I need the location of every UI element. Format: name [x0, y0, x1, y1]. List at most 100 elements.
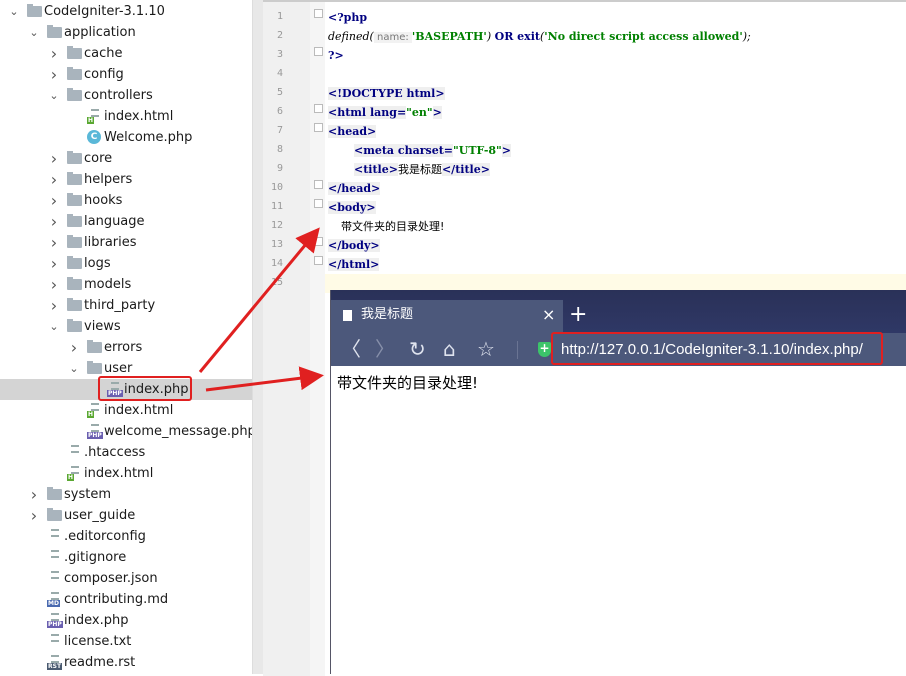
tree-scrollbar[interactable] [252, 0, 263, 674]
chevron-down-icon[interactable]: ⌄ [7, 1, 21, 22]
tree-file[interactable]: license.txt [0, 631, 252, 652]
chevron-down-icon[interactable]: ⌄ [47, 85, 61, 106]
code-token: defined( [328, 30, 374, 43]
reload-button[interactable]: ↻ [409, 337, 426, 361]
code-token: </body> [328, 239, 380, 252]
tree-file[interactable]: .gitignore [0, 547, 252, 568]
fold-marker-icon[interactable] [314, 180, 323, 189]
tree-item-label: index.php [64, 613, 129, 628]
tree-item-label: contributing.md [64, 592, 169, 607]
project-tree: ⌄ CodeIgniter-3.1.10 ⌄ application › cache › co… [0, 0, 263, 674]
security-shield-icon: + [538, 341, 551, 357]
tree-file[interactable]: C Welcome.php [0, 127, 252, 148]
tree-folder[interactable]: ⌄ views [0, 316, 252, 337]
fold-marker-icon[interactable] [314, 123, 323, 132]
favorite-button[interactable]: ☆ [477, 337, 495, 361]
code-token: <?php [328, 11, 368, 24]
code-token: </html> [328, 258, 380, 271]
tree-item-label: composer.json [64, 571, 158, 586]
tree-file[interactable]: Hindex.html [0, 400, 252, 421]
tree-folder[interactable]: ⌄ controllers [0, 85, 252, 106]
chevron-right-icon[interactable]: › [47, 232, 61, 253]
home-button[interactable]: ⌂ [443, 337, 456, 361]
fold-marker-icon[interactable] [314, 47, 323, 56]
tab-close-button[interactable]: × [542, 300, 555, 330]
code-token: name: [373, 32, 412, 43]
chevron-right-icon[interactable]: › [47, 295, 61, 316]
tree-folder[interactable]: ⌄ application [0, 22, 252, 43]
tree-folder[interactable]: › models [0, 274, 252, 295]
tree-item-label: index.html [104, 109, 174, 124]
chevron-down-icon[interactable]: ⌄ [27, 22, 41, 43]
tree-folder[interactable]: › third_party [0, 295, 252, 316]
chevron-right-icon[interactable]: › [47, 148, 61, 169]
tree-file[interactable]: .htaccess [0, 442, 252, 463]
code-token: ); [742, 30, 751, 43]
folder-icon [67, 298, 82, 311]
folder-icon [47, 487, 62, 500]
tree-file[interactable]: RST readme.rst [0, 652, 252, 673]
html-file-icon: H [87, 403, 101, 418]
text-file-icon [47, 634, 61, 649]
tree-item-label: index.html [84, 466, 154, 481]
fold-marker-icon[interactable] [314, 104, 323, 113]
folder-icon [67, 151, 82, 164]
chevron-right-icon[interactable]: › [47, 274, 61, 295]
chevron-right-icon[interactable]: › [47, 64, 61, 85]
chevron-right-icon[interactable]: › [67, 337, 81, 358]
chevron-right-icon[interactable]: › [27, 484, 41, 505]
tree-folder[interactable]: › helpers [0, 169, 252, 190]
tree-file[interactable]: MD contributing.md [0, 589, 252, 610]
tree-file[interactable]: Hindex.html [0, 463, 252, 484]
tree-file[interactable]: PHP index.php [0, 610, 252, 631]
tree-item-label: controllers [84, 88, 153, 103]
tree-item-label: config [84, 67, 124, 82]
tree-folder[interactable]: › user_guide [0, 505, 252, 526]
tree-file[interactable]: .editorconfig [0, 526, 252, 547]
tree-item-label: cache [84, 46, 123, 61]
chevron-down-icon[interactable]: ⌄ [67, 358, 81, 379]
fold-marker-icon[interactable] [314, 9, 323, 18]
tree-folder[interactable]: › system [0, 484, 252, 505]
line-number: 11 [270, 201, 283, 212]
code-token: "en" [406, 106, 433, 119]
tree-folder[interactable]: › errors [0, 337, 252, 358]
back-button[interactable]: 〈 [341, 337, 361, 361]
code-token: 'No direct script access allowed' [544, 30, 743, 43]
tree-file[interactable]: Hindex.html [0, 106, 252, 127]
tree-folder[interactable]: › language [0, 211, 252, 232]
tree-file[interactable]: PHP welcome_message.php [0, 421, 256, 442]
line-number: 7 [276, 125, 283, 136]
new-tab-button[interactable]: + [569, 300, 587, 330]
tree-folder[interactable]: › config [0, 64, 252, 85]
code-token: <title> [354, 163, 398, 176]
tree-folder[interactable]: › cache [0, 43, 252, 64]
chevron-right-icon[interactable]: › [47, 169, 61, 190]
chevron-right-icon[interactable]: › [47, 253, 61, 274]
chevron-right-icon[interactable]: › [47, 43, 61, 64]
forward-button[interactable]: 〉 [375, 337, 395, 361]
line-number: 3 [276, 49, 283, 60]
fold-marker-icon[interactable] [314, 237, 323, 246]
code-token: "UTF-8" [453, 144, 502, 157]
chevron-right-icon[interactable]: › [27, 505, 41, 526]
chevron-right-icon[interactable]: › [47, 190, 61, 211]
tree-folder[interactable]: ⌄ CodeIgniter-3.1.10 [0, 1, 252, 22]
tree-folder[interactable]: › hooks [0, 190, 252, 211]
chevron-right-icon[interactable]: › [47, 211, 61, 232]
tree-item-label: hooks [84, 193, 123, 208]
chevron-down-icon[interactable]: ⌄ [47, 316, 61, 337]
tree-item-label: logs [84, 256, 111, 271]
fold-marker-icon[interactable] [314, 256, 323, 265]
tree-folder[interactable]: › logs [0, 253, 252, 274]
code-token: <html lang= [328, 106, 407, 119]
html-file-icon: H [67, 466, 81, 481]
tree-folder[interactable]: › core [0, 148, 252, 169]
tree-item-label: index.html [104, 403, 174, 418]
tree-file[interactable]: composer.json [0, 568, 252, 589]
tree-folder[interactable]: › libraries [0, 232, 252, 253]
php-file-icon: PHP [47, 613, 63, 628]
tree-item-label: .htaccess [84, 445, 146, 460]
fold-marker-icon[interactable] [314, 199, 323, 208]
browser-tab[interactable]: 我是标题 × [331, 300, 563, 333]
